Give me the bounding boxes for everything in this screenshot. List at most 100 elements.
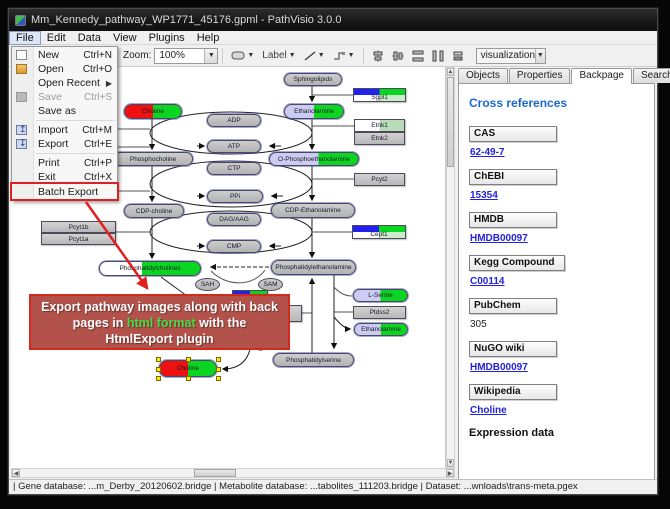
tab-objects[interactable]: Objects bbox=[458, 68, 508, 83]
distribute-vertical-button[interactable] bbox=[429, 47, 447, 65]
node-choline[interactable]: Choline bbox=[159, 360, 217, 377]
selection-handle[interactable] bbox=[156, 367, 161, 372]
node-ethanolamine[interactable]: Ethanolamine bbox=[284, 104, 344, 119]
file-menu-item-new[interactable]: NewCtrl+N bbox=[12, 48, 117, 62]
file-menu-item-save-as[interactable]: Save as bbox=[12, 104, 117, 118]
add-datanode-button[interactable]: ▼ bbox=[228, 47, 257, 65]
menu-help[interactable]: Help bbox=[191, 31, 226, 45]
visualization-combobox[interactable]: visualization ▼ bbox=[476, 48, 546, 64]
xref-section-nugo-wiki: NuGO wikiHMDB00097 bbox=[469, 341, 654, 373]
scroll-right-arrow-icon[interactable]: ▶ bbox=[446, 469, 454, 477]
node-o-phosphoethanolamine[interactable]: O-Phosphoethanolamine bbox=[269, 152, 359, 166]
align-middle-button[interactable] bbox=[389, 47, 407, 65]
node-phosphocholine[interactable]: Phosphocholine bbox=[113, 152, 193, 166]
title-bar[interactable]: Mm_Kennedy_pathway_WP1771_45176.gpml - P… bbox=[9, 9, 657, 31]
node-ptdss2[interactable]: Ptdss2 bbox=[353, 306, 406, 319]
node-pcyt1a[interactable]: Pcyt1a bbox=[41, 233, 116, 245]
node-pcyt1b[interactable]: Pcyt1b bbox=[41, 221, 116, 233]
node-cdp-choline[interactable]: CDP-choline bbox=[124, 204, 184, 218]
node-adp[interactable]: ADP bbox=[207, 114, 261, 127]
xref-source-box: ChEBI bbox=[469, 169, 557, 185]
chevron-down-icon[interactable]: ▼ bbox=[247, 52, 254, 59]
selection-handle[interactable] bbox=[216, 357, 221, 362]
selection-handle[interactable] bbox=[216, 367, 221, 372]
selection-handle[interactable] bbox=[156, 376, 161, 381]
zoom-combobox[interactable]: 100% ▼ bbox=[154, 48, 218, 64]
menu-plugins[interactable]: Plugins bbox=[143, 31, 191, 45]
node-sphingolipids[interactable]: Sphingolipids bbox=[284, 73, 342, 86]
save-as-icon bbox=[16, 106, 27, 116]
menu-view[interactable]: View bbox=[107, 31, 143, 45]
vertical-scrollbar[interactable]: ▲ ▼ bbox=[446, 67, 455, 468]
selection-handle[interactable] bbox=[186, 376, 191, 381]
xref-link[interactable]: 15354 bbox=[470, 190, 498, 201]
align-center-button[interactable] bbox=[369, 47, 387, 65]
vertical-scroll-thumb[interactable] bbox=[447, 77, 454, 167]
node-phosphatidylserine[interactable]: Phosphatidylserine bbox=[273, 353, 354, 367]
add-label-button[interactable]: Label ▼ bbox=[259, 47, 298, 65]
line-tool-button[interactable]: ▼ bbox=[301, 47, 328, 65]
file-menu-item-save[interactable]: SaveCtrl+S bbox=[12, 90, 117, 104]
node-cept1[interactable]: Cept1 bbox=[352, 225, 406, 239]
menu-file[interactable]: File bbox=[9, 31, 41, 45]
file-menu-item-open-recent[interactable]: Open Recent▶ bbox=[12, 76, 117, 90]
chevron-down-icon[interactable]: ▼ bbox=[348, 52, 355, 59]
node-phosphatidylcholines[interactable]: Phosphatidylcholines bbox=[99, 261, 201, 276]
chevron-down-icon[interactable]: ▼ bbox=[289, 52, 296, 59]
tab-properties[interactable]: Properties bbox=[509, 68, 571, 83]
chevron-down-icon[interactable]: ▼ bbox=[204, 49, 217, 63]
scroll-up-arrow-icon[interactable]: ▲ bbox=[447, 68, 454, 76]
xref-link[interactable]: C00114 bbox=[470, 276, 504, 287]
node-l-serine[interactable]: L-Serine bbox=[353, 289, 408, 302]
node-etnk2[interactable]: Etnk2 bbox=[354, 132, 405, 145]
node-label: Etnk1 bbox=[371, 122, 388, 129]
selection-handle[interactable] bbox=[216, 376, 221, 381]
node-dag-aag[interactable]: DAG/AAG bbox=[207, 213, 261, 226]
menu-item-shortcut: Ctrl+O bbox=[83, 64, 112, 75]
chevron-down-icon[interactable]: ▼ bbox=[318, 52, 325, 59]
menu-data[interactable]: Data bbox=[72, 31, 107, 45]
stack-button[interactable] bbox=[449, 47, 467, 65]
node-atp[interactable]: ATP bbox=[207, 140, 261, 153]
node-etnk1[interactable]: Etnk1 bbox=[354, 119, 405, 132]
file-menu-item-export[interactable]: ExportCtrl+E bbox=[12, 137, 117, 151]
file-menu-item-open[interactable]: OpenCtrl+O bbox=[12, 62, 117, 76]
distribute-horizontal-button[interactable] bbox=[409, 47, 427, 65]
node-pcyt2[interactable]: Pcyt2 bbox=[354, 173, 405, 186]
horizontal-scrollbar[interactable]: ◀ ▶ bbox=[11, 468, 455, 478]
xref-link[interactable]: HMDB00097 bbox=[470, 362, 528, 373]
tab-search[interactable]: Search bbox=[633, 68, 670, 83]
node-ctp[interactable]: CTP bbox=[207, 162, 261, 175]
open-icon bbox=[16, 64, 27, 74]
node-ppi[interactable]: PPi bbox=[207, 190, 263, 203]
scroll-left-arrow-icon[interactable]: ◀ bbox=[12, 469, 20, 477]
save-icon bbox=[16, 92, 27, 102]
selection-handle[interactable] bbox=[156, 357, 161, 362]
node-sgpl1[interactable]: Sgpl1 bbox=[353, 88, 406, 102]
menu-edit[interactable]: Edit bbox=[41, 31, 72, 45]
xref-link[interactable]: 62-49-7 bbox=[470, 147, 504, 158]
file-menu-item-import[interactable]: ImportCtrl+M bbox=[12, 123, 117, 137]
node-cdp-ethanolamine[interactable]: CDP-Ethanolamine bbox=[271, 203, 355, 218]
node-label: DAG/AAG bbox=[219, 216, 249, 223]
file-menu-item-print[interactable]: PrintCtrl+P bbox=[12, 156, 117, 170]
tab-backpage[interactable]: Backpage bbox=[571, 68, 631, 84]
file-menu-item-exit[interactable]: ExitCtrl+X bbox=[12, 170, 117, 184]
xref-value: HMDB00097 bbox=[470, 362, 654, 373]
chevron-down-icon[interactable]: ▼ bbox=[535, 49, 545, 63]
node-label: SAH bbox=[201, 281, 214, 288]
menu-item-label: Import bbox=[38, 124, 68, 136]
node-cmp[interactable]: CMP bbox=[207, 240, 261, 253]
scroll-down-arrow-icon[interactable]: ▼ bbox=[447, 459, 454, 467]
horizontal-scroll-thumb[interactable] bbox=[194, 469, 236, 477]
xref-link[interactable]: Choline bbox=[470, 405, 507, 416]
connector-tool-button[interactable]: ▼ bbox=[330, 47, 358, 65]
node-choline[interactable]: Choline bbox=[124, 104, 182, 119]
xref-section-cas: CAS62-49-7 bbox=[469, 126, 654, 158]
node-ethanolamine[interactable]: Ethanolamine bbox=[354, 323, 408, 336]
file-menu-item-batch-export[interactable]: Batch Export bbox=[12, 184, 117, 199]
node-phosphatidylethanolamine[interactable]: Phosphatidylethanolamine bbox=[271, 260, 356, 275]
xref-link[interactable]: HMDB00097 bbox=[470, 233, 528, 244]
selection-handle[interactable] bbox=[186, 357, 191, 362]
node-sah[interactable]: SAH bbox=[195, 278, 220, 291]
